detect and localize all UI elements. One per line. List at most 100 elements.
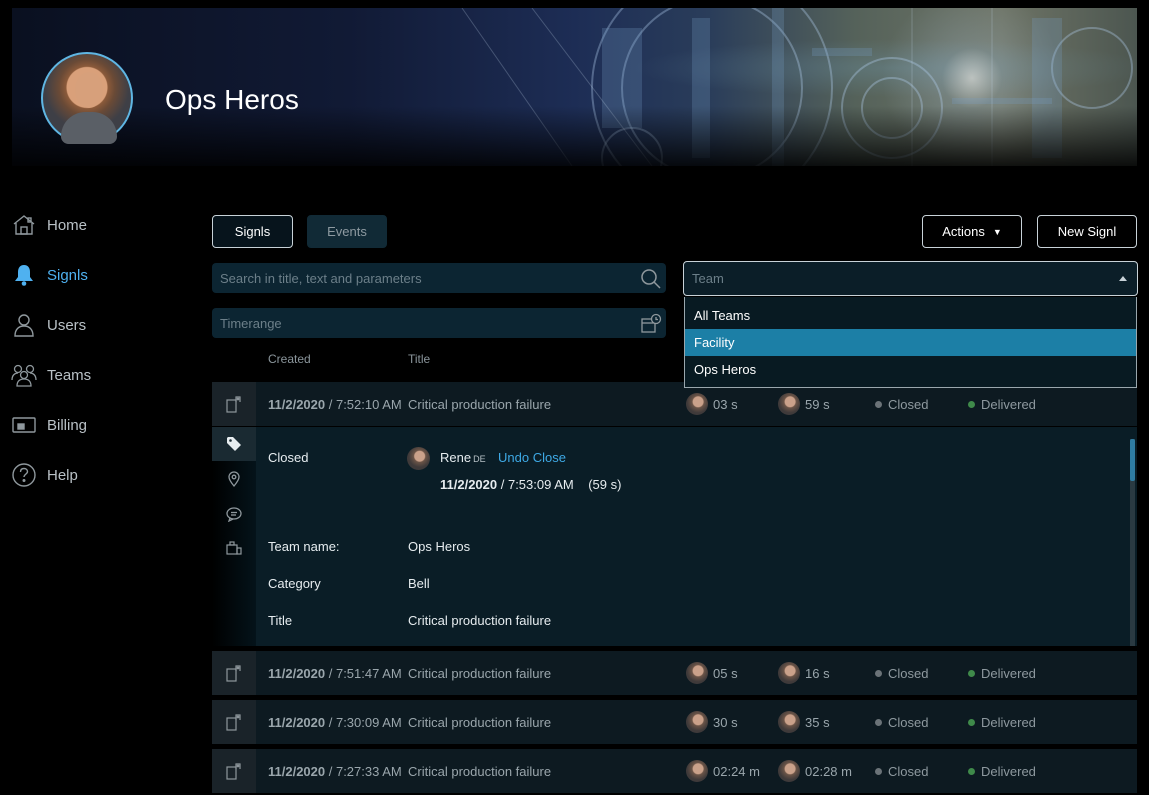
- bell-icon: [11, 262, 37, 288]
- team-avatar: [41, 52, 133, 144]
- row-title: Critical production failure: [408, 396, 552, 412]
- help-icon: [11, 462, 37, 488]
- delivery-dot: [968, 401, 975, 408]
- avatar: [686, 711, 708, 733]
- avatar: [778, 393, 800, 415]
- undo-close-link[interactable]: Undo Close: [498, 450, 566, 465]
- search-input[interactable]: [220, 270, 666, 286]
- status-badge: Closed: [888, 665, 929, 681]
- search-field: [212, 263, 666, 293]
- row-title: Critical production failure: [408, 763, 552, 779]
- table-row[interactable]: 11/2/2020 / 7:30:09 AM Critical producti…: [212, 700, 1137, 744]
- avatar: [778, 711, 800, 733]
- signl-detail-panel: Closed Rene DE Undo Close 11/2/2020 / 7:5…: [212, 427, 1137, 646]
- avatar: [778, 662, 800, 684]
- row-ack-duration: 02:24 m: [713, 763, 760, 779]
- home-icon: [11, 212, 37, 238]
- caret-down-icon: ▼: [992, 226, 1002, 237]
- status-dot: [875, 401, 882, 408]
- timerange-input[interactable]: [220, 315, 666, 331]
- row-ack-duration: 05 s: [713, 665, 738, 681]
- table-row[interactable]: 11/2/2020 / 7:52:10 AM Critical producti…: [212, 382, 1137, 426]
- sidebar-item-users[interactable]: Users: [0, 300, 200, 350]
- detail-field-label: Category: [268, 576, 321, 591]
- team-option-facility[interactable]: Facility: [685, 329, 1136, 356]
- sidebar-item-signls[interactable]: Signls: [0, 250, 200, 300]
- delivery-dot: [968, 670, 975, 677]
- team-icon: [11, 362, 37, 388]
- detail-side-nav: [212, 427, 256, 646]
- scrollbar-thumb[interactable]: [1130, 439, 1135, 481]
- row-close-duration: 16 s: [805, 665, 830, 681]
- delivery-dot: [968, 719, 975, 726]
- team-select-placeholder: Team: [692, 271, 724, 286]
- status-dot: [875, 719, 882, 726]
- sidebar-item-teams[interactable]: Teams: [0, 350, 200, 400]
- device-icon[interactable]: [224, 538, 244, 558]
- calendar-clock-icon[interactable]: [640, 313, 662, 333]
- tab-signls[interactable]: Signls: [212, 215, 293, 248]
- row-title: Critical production failure: [408, 714, 552, 730]
- detail-scrollbar[interactable]: [1130, 439, 1135, 646]
- avatar: [686, 393, 708, 415]
- team-header-banner: Ops Heros: [12, 8, 1137, 166]
- team-option-all-teams[interactable]: All Teams: [685, 302, 1136, 329]
- sidebar-item-label: Users: [47, 316, 87, 334]
- table-row[interactable]: 11/2/2020 / 7:27:33 AM Critical producti…: [212, 749, 1137, 793]
- timerange-field: [212, 308, 666, 338]
- caret-up-icon: [1119, 276, 1127, 281]
- detail-field-value: Bell: [408, 576, 430, 591]
- row-close-duration: 02:28 m: [805, 763, 852, 779]
- avatar: [686, 662, 708, 684]
- avatar: [778, 760, 800, 782]
- sidebar-item-label: Home: [47, 216, 88, 234]
- sidebar-item-billing[interactable]: Billing: [0, 400, 200, 450]
- column-header-created[interactable]: Created: [268, 352, 311, 366]
- row-created: 11/2/2020 / 7:30:09 AM: [268, 714, 402, 730]
- detail-field-value: Ops Heros: [408, 539, 471, 554]
- tab-events[interactable]: Events: [307, 215, 387, 248]
- row-ack-duration: 03 s: [713, 396, 738, 412]
- sidebar-item-label: Help: [47, 466, 78, 484]
- status-badge: Closed: [888, 714, 929, 730]
- sidebar-item-home[interactable]: Home: [0, 200, 200, 250]
- row-title: Critical production failure: [408, 665, 552, 681]
- delivery-badge: Delivered: [981, 665, 1036, 681]
- row-created: 11/2/2020 / 7:27:33 AM: [268, 763, 402, 779]
- table-row[interactable]: 11/2/2020 / 7:51:47 AM Critical producti…: [212, 651, 1137, 695]
- comment-icon[interactable]: [224, 504, 244, 524]
- row-close-duration: 35 s: [805, 714, 830, 730]
- team-option-ops-heros[interactable]: Ops Heros: [685, 356, 1136, 383]
- status-badge: Closed: [888, 763, 929, 779]
- delivery-badge: Delivered: [981, 396, 1036, 412]
- detail-closed-time: 11/2/2020 / 7:53:09 AM (59 s): [440, 477, 622, 492]
- page-title: Ops Heros: [165, 84, 299, 115]
- actions-button[interactable]: Actions ▼: [922, 215, 1022, 248]
- row-created: 11/2/2020 / 7:52:10 AM: [268, 396, 402, 412]
- avatar: [407, 447, 430, 470]
- sidebar-item-label: Teams: [47, 366, 92, 384]
- sidebar-item-help[interactable]: Help: [0, 450, 200, 500]
- avatar: [686, 760, 708, 782]
- detail-state-label: Closed: [268, 450, 309, 465]
- signl-source-icon: [212, 749, 256, 793]
- team-select[interactable]: Team: [683, 261, 1138, 296]
- search-icon[interactable]: [640, 268, 661, 289]
- signl-source-icon: [212, 651, 256, 695]
- column-header-title[interactable]: Title: [408, 352, 430, 366]
- delivery-dot: [968, 768, 975, 775]
- wallet-icon: [11, 412, 37, 438]
- tag-icon[interactable]: [212, 427, 256, 461]
- row-ack-duration: 30 s: [713, 714, 738, 730]
- detail-field-value: Critical production failure: [408, 613, 552, 628]
- new-signl-button[interactable]: New Signl: [1037, 215, 1137, 248]
- delivery-badge: Delivered: [981, 763, 1036, 779]
- row-created: 11/2/2020 / 7:51:47 AM: [268, 665, 402, 681]
- sidebar: Home Signls Users Teams Billing Help: [0, 200, 200, 500]
- signl-source-icon: [212, 382, 256, 426]
- sidebar-item-label: Signls: [47, 266, 88, 284]
- detail-user: Rene DE: [440, 450, 486, 465]
- status-badge: Closed: [888, 396, 929, 412]
- signl-source-icon: [212, 700, 256, 744]
- location-pin-icon[interactable]: [224, 469, 244, 489]
